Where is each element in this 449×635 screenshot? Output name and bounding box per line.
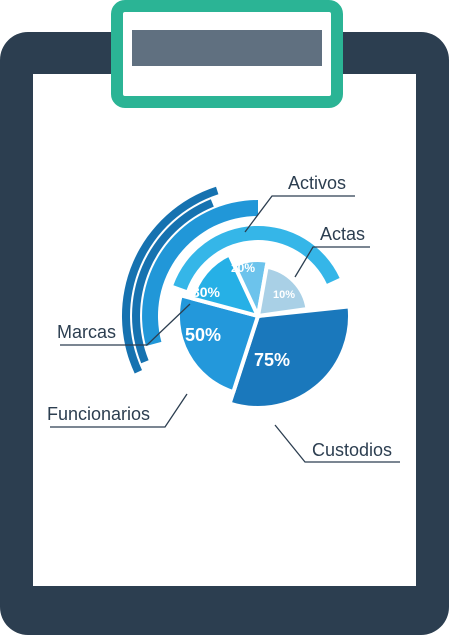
value-label-funcionarios: 50% bbox=[185, 325, 221, 345]
category-label-actas: Actas bbox=[320, 224, 365, 244]
category-label-activos: Activos bbox=[288, 173, 346, 193]
value-label-marcas: 30% bbox=[192, 284, 221, 300]
clipboard-clip-bar bbox=[132, 30, 322, 66]
category-label-funcionarios: Funcionarios bbox=[47, 404, 150, 424]
value-label-actas: 10% bbox=[273, 289, 295, 301]
value-label-activos: 20% bbox=[231, 261, 255, 275]
category-label-marcas: Marcas bbox=[57, 322, 116, 342]
category-label-custodios: Custodios bbox=[312, 440, 392, 460]
value-label-custodios: 75% bbox=[254, 350, 290, 370]
clipboard-chart: Custodios Funcionarios Marcas Activos Actas 7… bbox=[0, 0, 449, 635]
